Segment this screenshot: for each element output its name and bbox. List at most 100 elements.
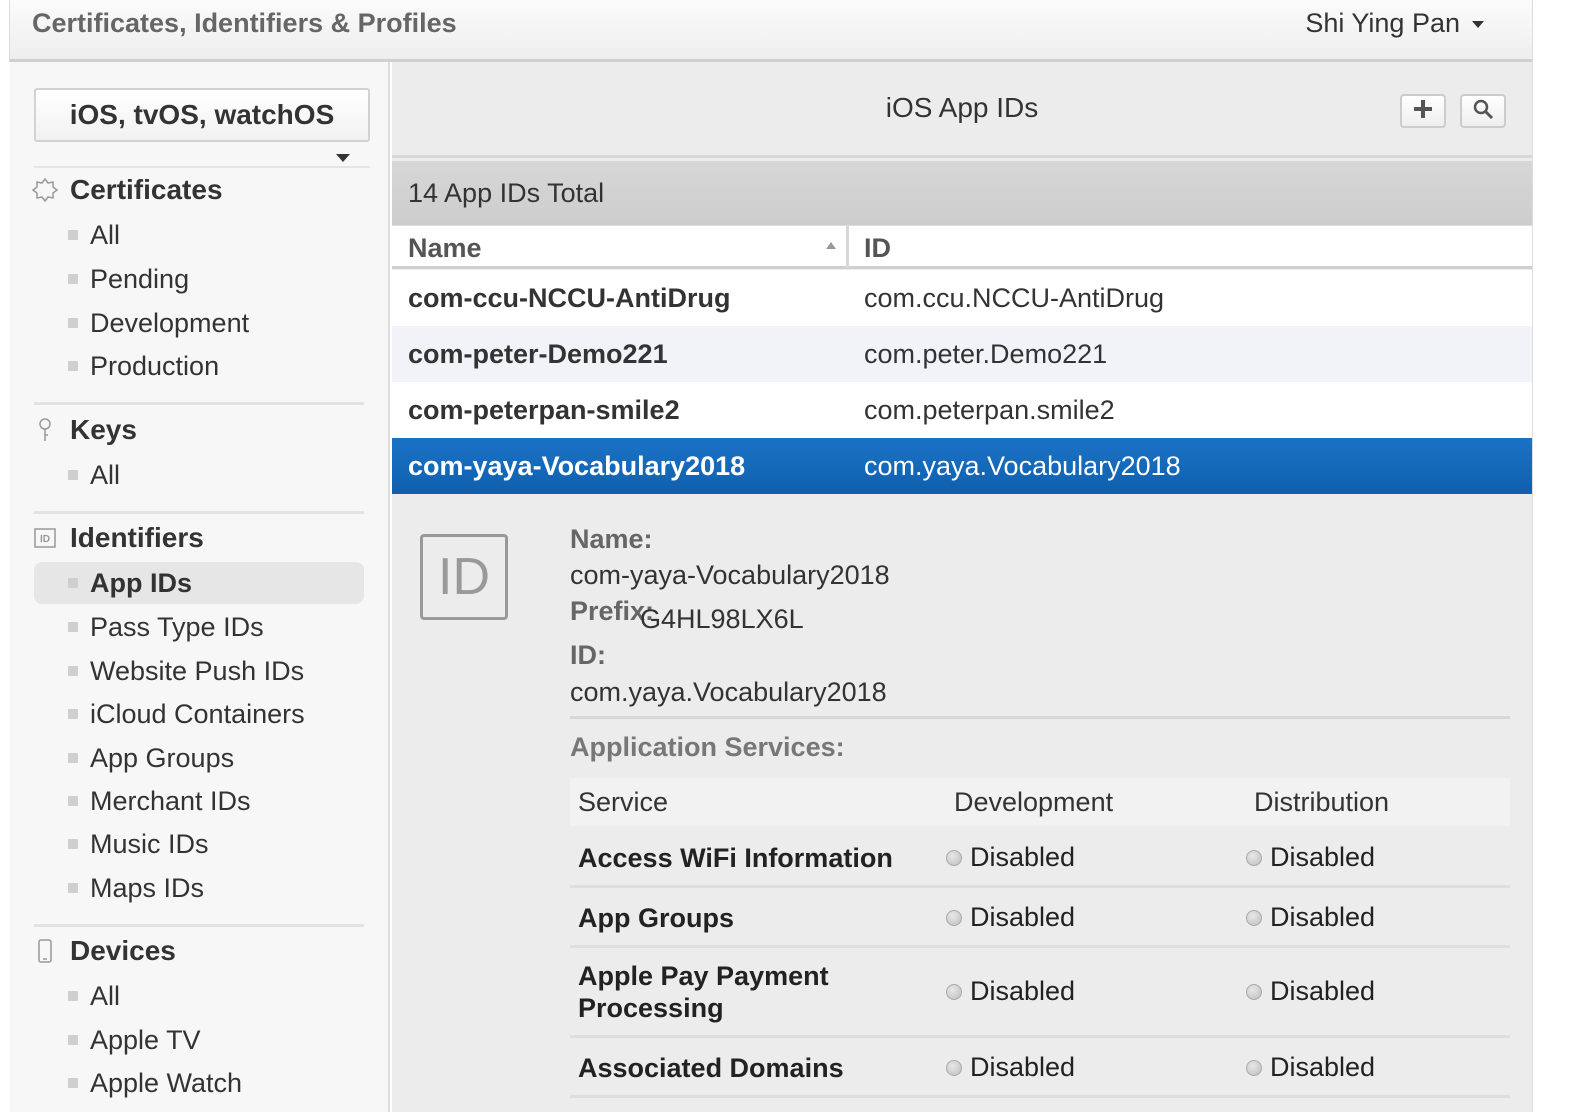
service-row: Apple Pay Payment Processing Disabled Di… <box>570 948 1510 1038</box>
sidebar-item-label: App Groups <box>90 742 235 773</box>
sidebar-item-merchant-ids[interactable]: Merchant IDs <box>34 780 364 822</box>
app-title: Certificates, Identifiers & Profiles <box>32 8 457 38</box>
status-text: Disabled <box>1270 902 1376 932</box>
status-dot-icon <box>946 983 962 1000</box>
development-column-header: Development <box>954 787 1114 817</box>
service-column-header: Service <box>578 787 669 817</box>
bullet-icon <box>68 796 78 806</box>
sidebar-item-website-push-ids[interactable]: Website Push IDs <box>34 650 364 692</box>
id-badge-icon: ID <box>420 534 508 620</box>
add-button[interactable] <box>1400 94 1446 128</box>
column-header-name[interactable]: Name <box>408 226 482 268</box>
sort-ascending-icon[interactable] <box>826 242 836 249</box>
sidebar-item-label: Merchant IDs <box>90 785 251 816</box>
divider <box>34 511 364 514</box>
bullet-icon <box>68 839 78 849</box>
development-status: Disabled <box>946 976 1075 1007</box>
distribution-status: Disabled <box>1246 976 1375 1007</box>
name-label: Name: <box>570 524 653 554</box>
bullet-icon <box>68 361 78 371</box>
name-value: com-yaya-Vocabulary2018 <box>570 560 890 590</box>
status-dot-icon <box>946 849 962 866</box>
table-row-selected[interactable]: com-yaya-Vocabulary2018 com.yaya.Vocabul… <box>392 438 1532 494</box>
sidebar-item-apple-watch[interactable]: Apple Watch <box>34 1062 364 1104</box>
sidebar-item-label: Development <box>90 307 250 338</box>
bullet-icon <box>68 318 78 328</box>
divider <box>34 402 364 405</box>
sidebar-item-pass-type-ids[interactable]: Pass Type IDs <box>34 606 364 648</box>
chevron-down-icon[interactable] <box>336 154 350 162</box>
sidebar-item-maps-ids[interactable]: Maps IDs <box>34 867 364 909</box>
sidebar-item-production[interactable]: Production <box>34 345 364 387</box>
sidebar-item-label: All <box>90 459 121 490</box>
sidebar-item-label: Pass Type IDs <box>90 611 264 642</box>
platform-select[interactable]: iOS, tvOS, watchOS <box>34 88 370 142</box>
section-title: Keys <box>70 414 137 445</box>
status-text: Disabled <box>1270 976 1376 1006</box>
services-title: Application Services: <box>570 732 845 762</box>
device-icon <box>32 938 58 964</box>
bullet-icon <box>68 883 78 893</box>
plus-icon <box>1412 95 1434 127</box>
app-name-cell: com-ccu-NCCU-AntiDrug <box>408 283 731 313</box>
id-icon: ID <box>32 525 58 551</box>
sidebar-item-label: All <box>90 980 121 1011</box>
table-row[interactable]: com-peter-Demo221 com.peter.Demo221 <box>392 326 1532 382</box>
sidebar-item-icloud-containers[interactable]: iCloud Containers <box>34 693 364 735</box>
divider <box>570 716 1510 719</box>
column-separator <box>846 226 849 268</box>
distribution-status: Disabled <box>1246 1052 1375 1083</box>
column-header-id[interactable]: ID <box>864 226 891 268</box>
development-status: Disabled <box>946 842 1075 873</box>
sidebar-item-apple-tv[interactable]: Apple TV <box>34 1019 364 1061</box>
sidebar-item-development[interactable]: Development <box>34 302 364 344</box>
total-count: 14 App IDs Total <box>392 161 1532 225</box>
sidebar-item-devices-all[interactable]: All <box>34 975 364 1017</box>
sidebar-item-certificates-all[interactable]: All <box>34 214 364 256</box>
main-header: iOS App IDs <box>392 62 1532 158</box>
sidebar-item-pending[interactable]: Pending <box>34 258 364 300</box>
certificate-icon <box>32 177 58 203</box>
distribution-column-header: Distribution <box>1254 787 1390 817</box>
section-title: Devices <box>70 935 176 966</box>
status-text: Disabled <box>970 902 1076 932</box>
sidebar-item-music-ids[interactable]: Music IDs <box>34 823 364 865</box>
sidebar-item-label: Apple TV <box>90 1024 201 1055</box>
page-right-margin <box>1532 0 1574 1112</box>
status-dot-icon <box>1246 909 1262 926</box>
bullet-icon <box>68 991 78 1001</box>
sidebar-item-keys-all[interactable]: All <box>34 454 364 496</box>
status-text: Disabled <box>970 976 1076 1006</box>
sidebar-item-label: Website Push IDs <box>90 655 305 686</box>
sidebar-item-label: Maps IDs <box>90 872 205 903</box>
table-row[interactable]: com-ccu-NCCU-AntiDrug com.ccu.NCCU-AntiD… <box>392 270 1532 326</box>
table-row[interactable]: com-peterpan-smile2 com.peterpan.smile2 <box>392 382 1532 438</box>
app-name-cell: com-peterpan-smile2 <box>408 395 680 425</box>
svg-text:ID: ID <box>40 534 50 545</box>
development-status: Disabled <box>946 1052 1075 1083</box>
bullet-icon <box>68 709 78 719</box>
bullet-icon <box>68 274 78 284</box>
service-name: App Groups <box>578 903 734 933</box>
app-id-cell: com.peterpan.smile2 <box>864 395 1115 425</box>
service-name: Associated Domains <box>578 1053 844 1083</box>
sidebar-item-app-ids[interactable]: App IDs <box>34 562 364 604</box>
sidebar-item-label: Pending <box>90 263 190 294</box>
user-menu[interactable]: Shi Ying Pan <box>1305 8 1484 39</box>
section-keys: Keys <box>32 414 137 446</box>
id-label: ID: <box>570 640 606 670</box>
search-button[interactable] <box>1460 94 1506 128</box>
sidebar-item-app-groups[interactable]: App Groups <box>34 737 364 779</box>
key-icon <box>32 417 58 443</box>
sidebar-item-label: Apple Watch <box>90 1067 243 1098</box>
sidebar-item-label: Production <box>90 350 220 381</box>
detail-panel: ID Name: com-yaya-Vocabulary2018 Prefix:… <box>392 494 1532 1112</box>
page-title: iOS App IDs <box>885 92 1039 123</box>
app-id-cell: com.yaya.Vocabulary2018 <box>864 451 1181 481</box>
page-right-border <box>1532 0 1533 1112</box>
services-table-header: Service Development Distribution <box>570 778 1510 826</box>
service-row: Associated Domains Disabled Disabled <box>570 1038 1510 1098</box>
development-status: Disabled <box>946 902 1075 933</box>
service-row: Access WiFi Information Disabled Disable… <box>570 828 1510 888</box>
status-dot-icon <box>946 1059 962 1076</box>
